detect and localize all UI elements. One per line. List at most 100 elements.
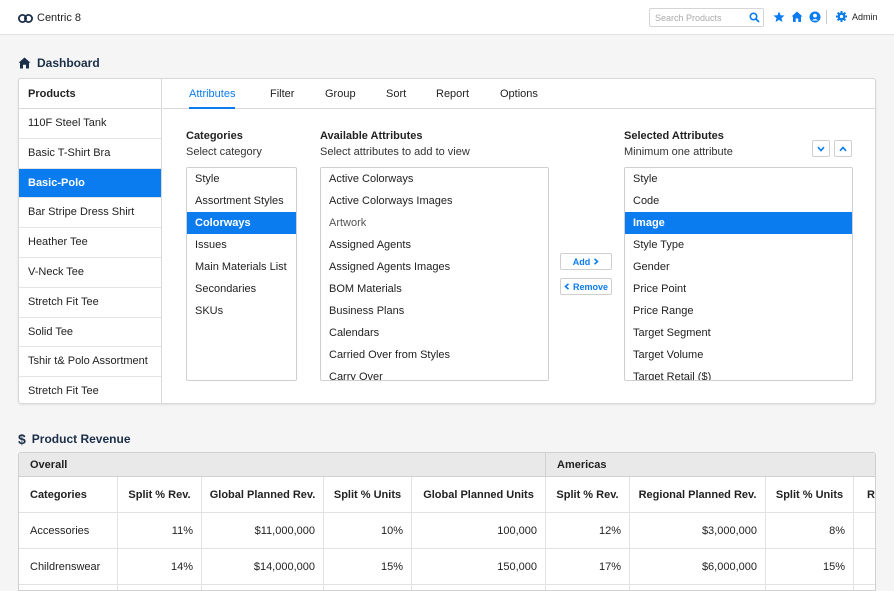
products-header: Products (19, 79, 161, 109)
available-item[interactable]: Artwork (321, 212, 548, 234)
product-revenue-heading: $ Product Revenue (18, 431, 131, 447)
product-item[interactable]: Bar Stripe Dress Shirt (19, 198, 161, 229)
tab-report[interactable]: Report (436, 79, 469, 109)
product-item[interactable]: Tshir t& Polo Assortment (19, 347, 161, 378)
section-title: Product Revenue (31, 432, 131, 446)
col-header[interactable]: Split % Rev. (546, 477, 630, 513)
category-item[interactable]: Issues (187, 234, 296, 256)
available-attributes-list[interactable]: Active Colorways Active Colorways Images… (320, 167, 549, 381)
chevron-up-icon (839, 145, 847, 151)
table-cell: 14% (118, 549, 202, 585)
col-header[interactable]: Regional Planned Rev. (630, 477, 766, 513)
col-header[interactable]: Split % Units (766, 477, 854, 513)
product-item[interactable]: Stretch Fit Tee (19, 288, 161, 318)
col-header[interactable]: Categories (19, 477, 118, 513)
toolbar-divider (826, 10, 827, 24)
table-cell: 15% (324, 549, 412, 585)
table-cell (412, 585, 546, 590)
available-item[interactable]: BOM Materials (321, 278, 548, 300)
table-cell: 17% (546, 549, 630, 585)
selected-item[interactable]: Target Volume (625, 344, 852, 366)
available-item[interactable]: Calendars (321, 322, 548, 344)
available-title: Available Attributes (320, 130, 423, 142)
selected-item[interactable]: Target Retail ($) (625, 366, 852, 380)
selected-title: Selected Attributes (624, 130, 724, 142)
selected-attributes-list[interactable]: Style Code Image Style Type Gender Price… (624, 167, 853, 381)
move-down-button[interactable] (812, 140, 830, 157)
tab-options[interactable]: Options (500, 79, 538, 109)
search-icon[interactable] (749, 12, 760, 23)
tab-sort[interactable]: Sort (386, 79, 406, 109)
selected-item[interactable]: Price Point (625, 278, 852, 300)
category-item[interactable]: Main Materials List (187, 256, 296, 278)
selected-item-highlighted[interactable]: Image (625, 212, 852, 234)
tab-filter[interactable]: Filter (270, 79, 294, 109)
app-logo[interactable]: Centric 8 (18, 10, 81, 26)
table-cell (19, 585, 118, 590)
admin-menu[interactable]: Admin (852, 12, 878, 22)
available-subtitle: Select attributes to add to view (320, 146, 470, 158)
attributes-card: Products 110F Steel Tank Basic T-Shirt B… (18, 78, 876, 404)
dollar-icon: $ (18, 431, 26, 447)
col-header[interactable]: Re (854, 477, 875, 513)
gear-icon[interactable] (836, 11, 847, 22)
tab-group[interactable]: Group (325, 79, 356, 109)
table-cell (854, 549, 875, 585)
product-item[interactable]: Heather Tee (19, 228, 161, 258)
category-item[interactable]: Assortment Styles (187, 190, 296, 212)
col-header[interactable]: Split % Units (324, 477, 412, 513)
categories-list[interactable]: Style Assortment Styles Colorways Issues… (186, 167, 297, 381)
category-item[interactable]: Style (187, 168, 296, 190)
available-item[interactable]: Assigned Agents (321, 234, 548, 256)
table-cell (854, 513, 875, 549)
col-header[interactable]: Global Planned Units (412, 477, 546, 513)
search-box[interactable] (649, 8, 764, 27)
search-input[interactable] (650, 9, 746, 26)
dashboard-heading: Dashboard (18, 56, 100, 70)
category-item[interactable]: SKUs (187, 300, 296, 322)
home-icon[interactable] (791, 11, 803, 23)
remove-label: Remove (572, 281, 608, 292)
col-header[interactable]: Split % Rev. (118, 477, 202, 513)
product-item[interactable]: 110F Steel Tank (19, 109, 161, 139)
remove-button[interactable]: Remove (560, 278, 612, 295)
user-icon[interactable] (809, 11, 821, 23)
app-name: Centric 8 (37, 12, 82, 24)
table-cell: 10% (324, 513, 412, 549)
available-item[interactable]: Active Colorways Images (321, 190, 548, 212)
selected-item[interactable]: Style (625, 168, 852, 190)
tab-attributes[interactable]: Attributes (189, 79, 236, 109)
table-cell: $14,000,000 (202, 549, 324, 585)
selected-item[interactable]: Price Range (625, 300, 852, 322)
selected-item[interactable]: Code (625, 190, 852, 212)
col-header[interactable]: Global Planned Rev. (202, 477, 324, 513)
selected-item[interactable]: Gender (625, 256, 852, 278)
add-label: Add (572, 256, 591, 267)
available-item[interactable]: Carry Over (321, 366, 548, 380)
product-item[interactable]: Stretch Fit Tee (19, 377, 161, 407)
product-item[interactable]: V-Neck Tee (19, 258, 161, 288)
available-item[interactable]: Carried Over from Styles (321, 344, 548, 366)
available-item[interactable]: Business Plans (321, 300, 548, 322)
selected-item[interactable]: Target Segment (625, 322, 852, 344)
table-cell: $6,000,000 (630, 549, 766, 585)
table-cell: Childrenswear (19, 549, 118, 585)
table-cell (766, 585, 854, 590)
add-button[interactable]: Add (560, 253, 612, 270)
available-item[interactable]: Assigned Agents Images (321, 256, 548, 278)
table-cell: 150,000 (412, 549, 546, 585)
category-item-selected[interactable]: Colorways (187, 212, 296, 234)
product-item[interactable]: Solid Tee (19, 318, 161, 348)
category-item[interactable]: Secondaries (187, 278, 296, 300)
move-up-button[interactable] (834, 140, 852, 157)
table-cell: 8% (766, 513, 854, 549)
available-item[interactable]: Active Colorways (321, 168, 548, 190)
selected-item[interactable]: Style Type (625, 234, 852, 256)
table-cell: $11,000,000 (202, 513, 324, 549)
product-item[interactable]: Basic T-Shirt Bra (19, 139, 161, 169)
chevron-down-icon (817, 146, 825, 152)
selected-subtitle: Minimum one attribute (624, 146, 733, 158)
product-item-selected[interactable]: Basic-Polo (19, 168, 161, 199)
star-icon[interactable] (773, 11, 785, 23)
revenue-table: Overall Americas Categories Split % Rev.… (18, 452, 876, 591)
